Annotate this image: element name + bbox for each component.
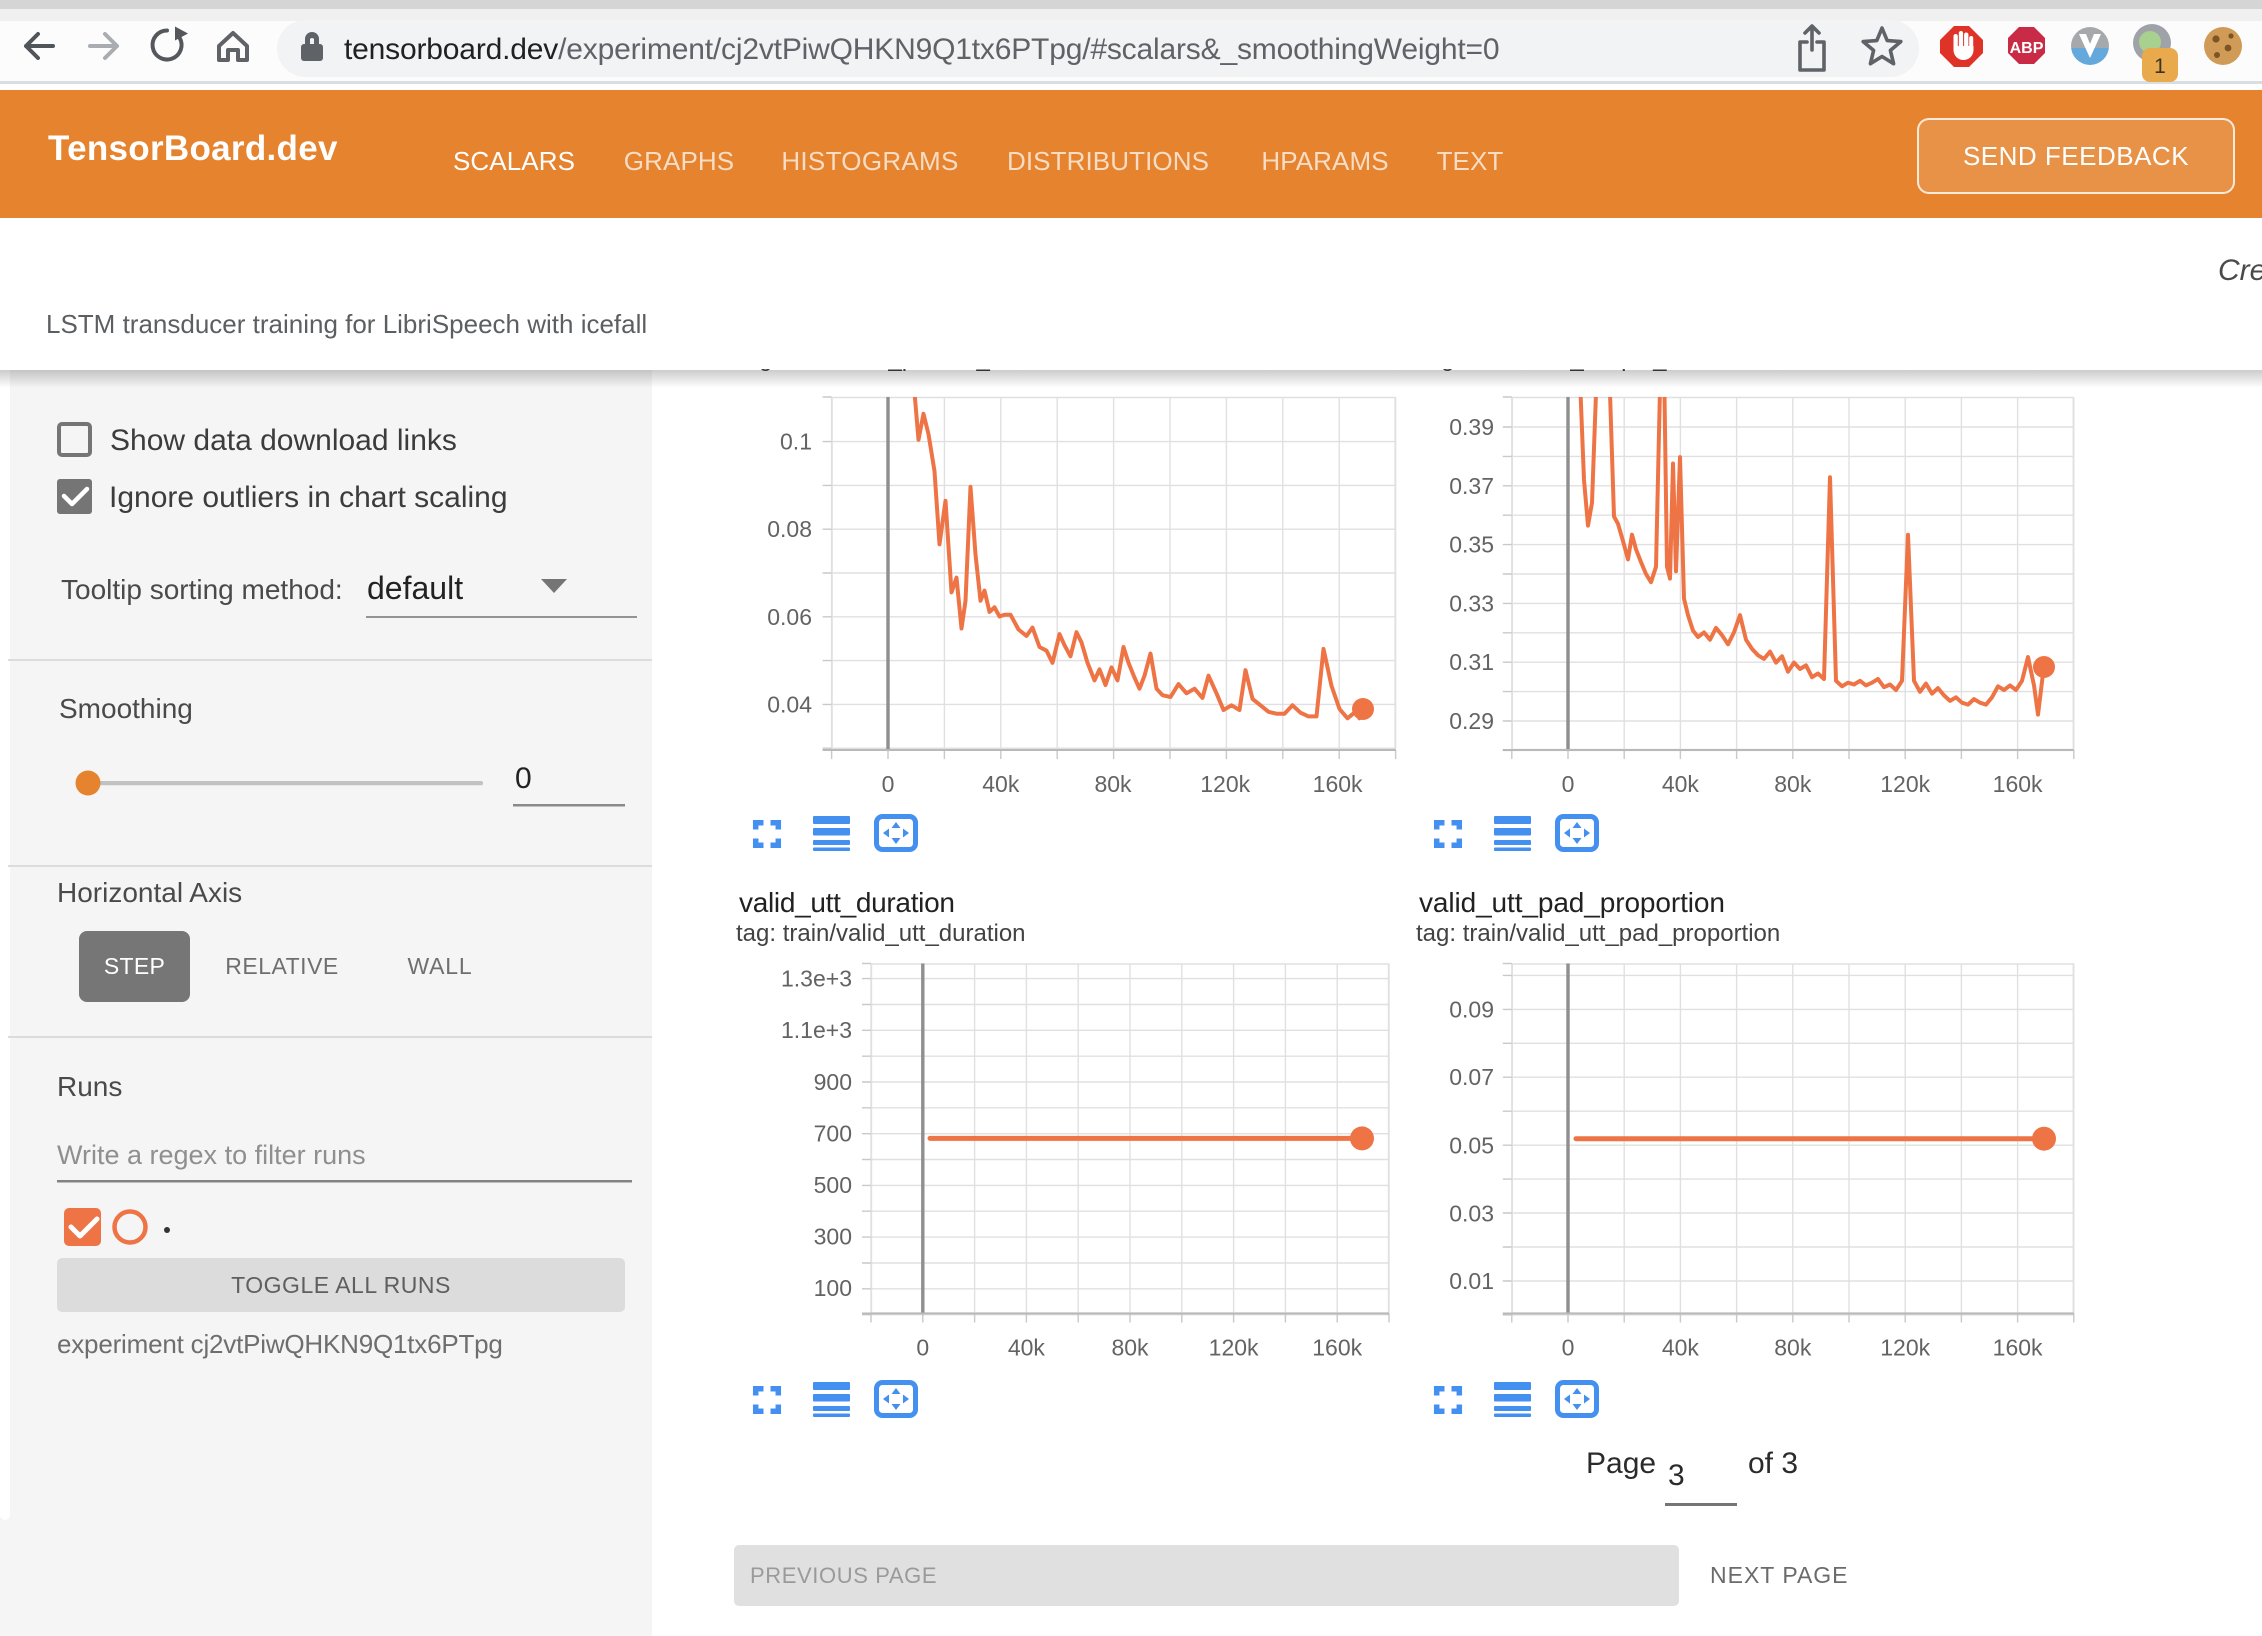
svg-text:1: 1 [2154, 55, 2166, 78]
svg-text:ABP: ABP [2010, 40, 2044, 57]
